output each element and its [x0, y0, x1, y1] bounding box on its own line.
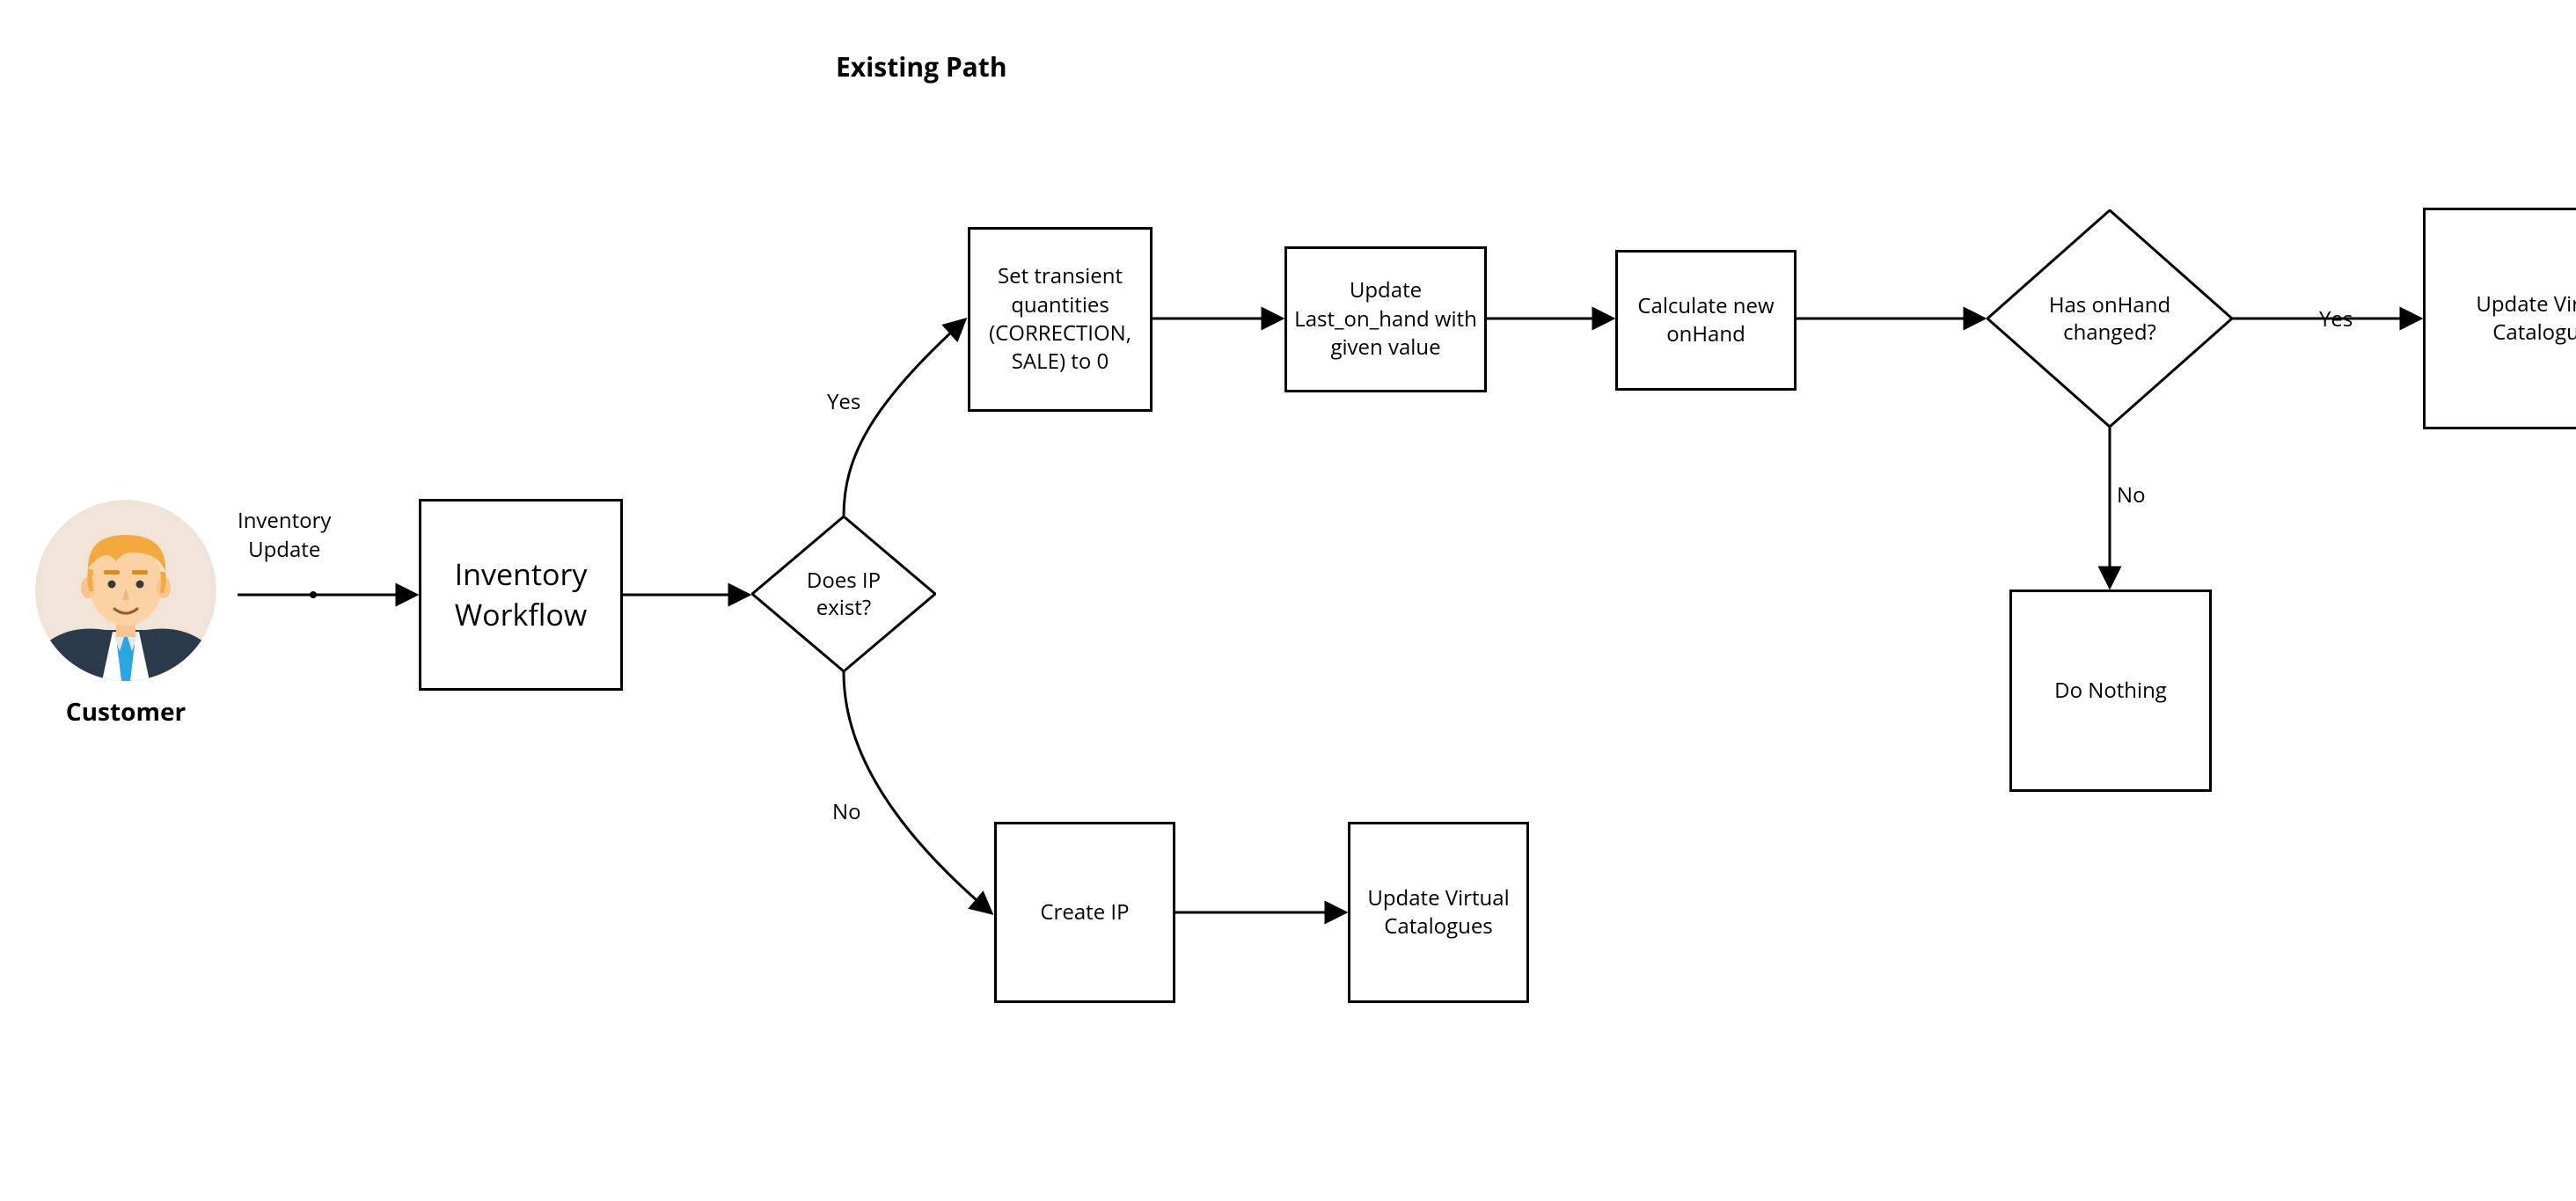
edge-label-yes-2: Yes: [2319, 304, 2353, 333]
node-update-virtual-catalogues-bottom: Update Virtual Catalogues: [1348, 822, 1529, 1003]
diagram-canvas: Existing Path: [0, 0, 2576, 1201]
node-does-ip-exist: Does IP exist?: [751, 516, 936, 672]
edge-label-yes-1: Yes: [827, 387, 860, 416]
node-inventory-workflow: Inventory Workflow: [419, 499, 623, 691]
node-update-last-on-hand: Update Last_on_hand with given value: [1284, 246, 1487, 392]
customer-avatar-icon: [35, 500, 216, 681]
node-calculate-new-onhand: Calculate new onHand: [1615, 250, 1797, 391]
edge-label-no-1: No: [832, 797, 861, 826]
customer-label: Customer: [53, 695, 199, 729]
node-has-onhand-changed-label: Has onHand changed?: [1987, 209, 2233, 428]
diagram-title: Existing Path: [836, 48, 1007, 84]
node-does-ip-exist-label: Does IP exist?: [751, 516, 936, 672]
node-create-ip: Create IP: [994, 822, 1175, 1003]
node-do-nothing: Do Nothing: [2009, 590, 2212, 792]
node-has-onhand-changed: Has onHand changed?: [1987, 209, 2233, 428]
edge-label-no-2: No: [2117, 480, 2146, 509]
edge-label-inventory-update: Inventory Update: [238, 506, 331, 564]
node-set-transient: Set transient quantities (CORRECTION, SA…: [968, 227, 1153, 412]
node-update-virtual-catalogues-top: Update Virtual Catalogues: [2423, 208, 2576, 429]
